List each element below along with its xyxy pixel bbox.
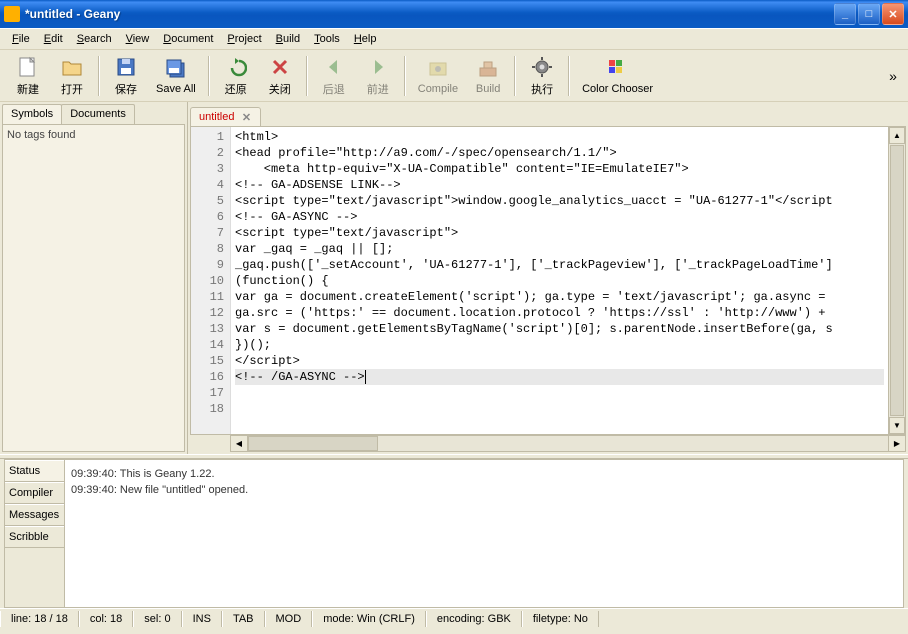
maximize-button[interactable]: □ (858, 3, 880, 25)
close-x-icon (268, 55, 292, 79)
msgtab-messages[interactable]: Messages (5, 504, 64, 526)
status-tab: TAB (222, 611, 265, 627)
revert-button[interactable]: 还原 (214, 52, 258, 100)
menu-file[interactable]: File (6, 31, 36, 47)
toolbar-separator (98, 56, 100, 96)
status-encoding: encoding: GBK (426, 611, 522, 627)
folder-open-icon (60, 55, 84, 79)
scrollbar-thumb[interactable] (890, 145, 904, 416)
new-button[interactable]: 新建 (6, 52, 50, 100)
menu-edit[interactable]: Edit (38, 31, 69, 47)
color-chooser-button[interactable]: Color Chooser (574, 52, 661, 100)
menu-document[interactable]: Document (157, 31, 219, 47)
status-line: 09:39:40: This is Geany 1.22. (71, 466, 897, 482)
code-content[interactable]: <html><head profile="http://a9.com/-/spe… (231, 127, 888, 434)
vertical-scrollbar[interactable]: ▲ ▼ (888, 127, 905, 434)
status-mode: mode: Win (CRLF) (312, 611, 426, 627)
window-title: *untitled - Geany (25, 7, 834, 21)
toolbar: 新建 打开 保存 Save All 还原 关闭 后退 前进 Compile Bu… (0, 50, 908, 102)
statusbar: line: 18 / 18 col: 18 sel: 0 INS TAB MOD… (0, 608, 908, 628)
app-icon (4, 6, 20, 22)
scroll-right-icon[interactable]: ▶ (888, 436, 905, 451)
arrow-right-icon (366, 55, 390, 79)
floppy-icon (114, 55, 138, 79)
close-tab-icon[interactable]: ✕ (240, 111, 252, 123)
msgtab-status[interactable]: Status (5, 460, 64, 482)
status-ins: INS (182, 611, 222, 627)
arrow-left-icon (322, 55, 346, 79)
editor-tab-untitled[interactable]: untitled ✕ (190, 107, 261, 126)
menu-search[interactable]: Search (71, 31, 118, 47)
menu-build[interactable]: Build (270, 31, 306, 47)
status-line-col: line: 18 / 18 (0, 611, 79, 627)
msgtab-scribble[interactable]: Scribble (5, 526, 64, 548)
menu-tools[interactable]: Tools (308, 31, 346, 47)
floppy-multi-icon (164, 57, 188, 81)
build-icon (476, 57, 500, 81)
compile-button[interactable]: Compile (410, 52, 466, 100)
editor-tabbar: untitled ✕ (188, 102, 908, 126)
scroll-down-icon[interactable]: ▼ (889, 417, 905, 434)
toolbar-separator (568, 56, 570, 96)
window-titlebar: *untitled - Geany _ □ ✕ (0, 0, 908, 28)
scroll-up-icon[interactable]: ▲ (889, 127, 905, 144)
status-filetype: filetype: No (522, 611, 599, 627)
run-button[interactable]: 执行 (520, 52, 564, 100)
editor-tab-label: untitled (199, 111, 234, 123)
gear-icon (530, 55, 554, 79)
compile-icon (426, 57, 450, 81)
window-close-button[interactable]: ✕ (882, 3, 904, 25)
save-all-button[interactable]: Save All (148, 52, 204, 100)
sidebar-tab-symbols[interactable]: Symbols (2, 104, 62, 124)
line-gutter: 123456789101112131415161718 (191, 127, 231, 434)
toolbar-overflow-button[interactable]: » (884, 52, 902, 100)
toolbar-separator (404, 56, 406, 96)
minimize-button[interactable]: _ (834, 3, 856, 25)
message-content: 09:39:40: This is Geany 1.22. 09:39:40: … (65, 460, 903, 607)
scroll-left-icon[interactable]: ◀ (231, 436, 248, 451)
sidebar-tab-documents[interactable]: Documents (61, 104, 135, 124)
sidebar: Symbols Documents No tags found (0, 102, 188, 454)
file-new-icon (16, 55, 40, 79)
forward-button[interactable]: 前进 (356, 52, 400, 100)
color-icon (606, 57, 630, 81)
save-button[interactable]: 保存 (104, 52, 148, 100)
back-button[interactable]: 后退 (312, 52, 356, 100)
msgtab-compiler[interactable]: Compiler (5, 482, 64, 504)
close-file-button[interactable]: 关闭 (258, 52, 302, 100)
menu-view[interactable]: View (120, 31, 156, 47)
message-panel: Status Compiler Messages Scribble 09:39:… (4, 459, 904, 608)
build-button[interactable]: Build (466, 52, 510, 100)
horizontal-scrollbar[interactable]: ◀ ▶ (230, 435, 906, 452)
toolbar-separator (208, 56, 210, 96)
menu-help[interactable]: Help (348, 31, 383, 47)
status-line: 09:39:40: New file "untitled" opened. (71, 482, 897, 498)
scrollbar-thumb[interactable] (248, 436, 378, 451)
undo-icon (224, 55, 248, 79)
toolbar-separator (306, 56, 308, 96)
status-col: col: 18 (79, 611, 133, 627)
open-button[interactable]: 打开 (50, 52, 94, 100)
toolbar-separator (514, 56, 516, 96)
status-mod: MOD (265, 611, 313, 627)
sidebar-body: No tags found (2, 124, 185, 452)
editor-area[interactable]: 123456789101112131415161718 <html><head … (190, 126, 906, 435)
menubar: File Edit Search View Document Project B… (0, 28, 908, 50)
status-sel: sel: 0 (133, 611, 181, 627)
menu-project[interactable]: Project (221, 31, 267, 47)
